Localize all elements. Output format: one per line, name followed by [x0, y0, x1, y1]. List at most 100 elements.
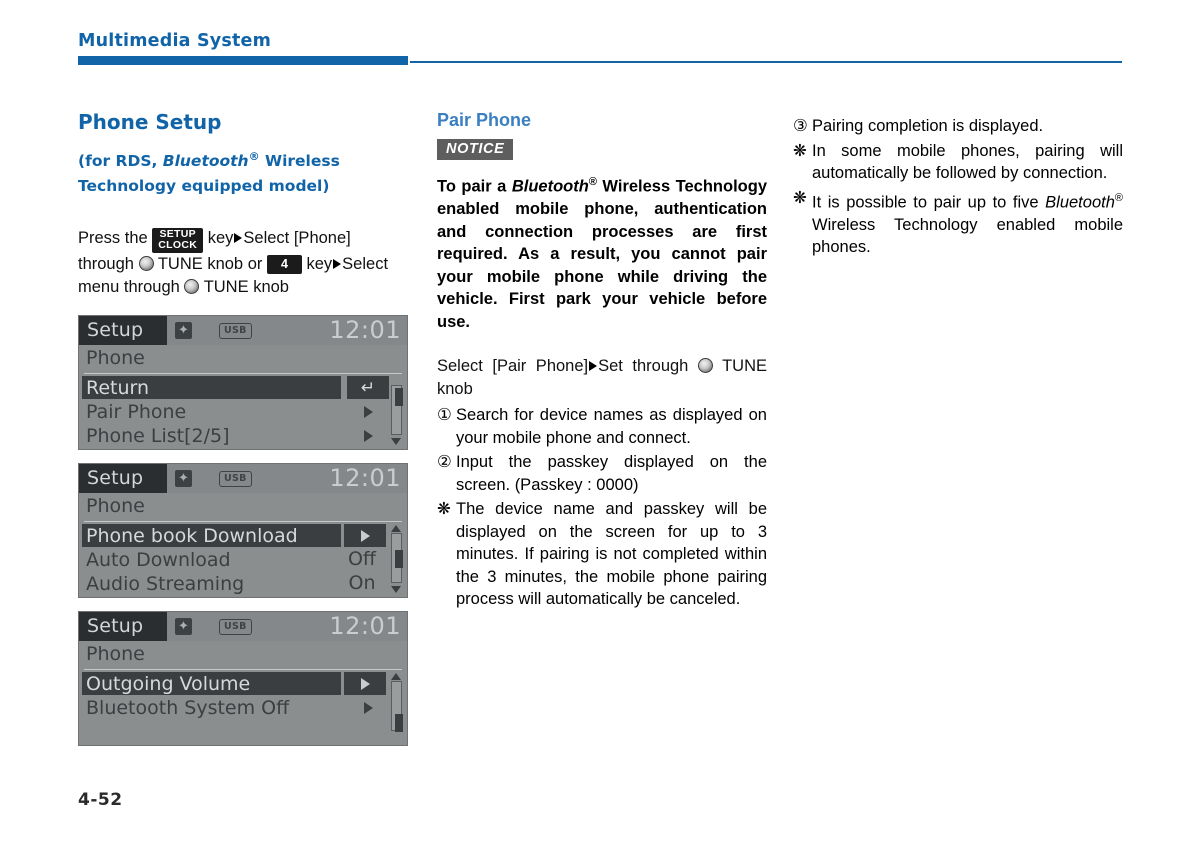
lcd-row-value: On — [337, 572, 387, 595]
list-item-text: In some mobile phones, pairing will auto… — [812, 141, 1123, 183]
lcd-scroll-thumb[interactable] — [394, 550, 403, 569]
lcd-title: Setup — [87, 615, 144, 638]
lcd-scrollbar[interactable] — [390, 377, 403, 446]
scroll-up-arrow-icon[interactable] — [391, 673, 401, 681]
lcd-titlebar: Setup ✦ USB 12:01 — [79, 612, 407, 642]
last-item-text-2: Wireless Technology enabled mobile phone… — [812, 215, 1123, 257]
lcd-titlebar: Setup ✦ USB 12:01 — [79, 464, 407, 494]
lcd-subtitle: Phone — [86, 495, 145, 518]
bluetooth-icon: ✦ — [175, 470, 192, 488]
lcd-scrollbar[interactable] — [390, 525, 403, 594]
list-item-text: Pairing completion is displayed. — [812, 117, 1044, 135]
lcd-row-label: Audio Streaming — [86, 572, 245, 595]
lcd-row-return[interactable]: Return ↵ — [79, 376, 407, 400]
notice-badge: NOTICE — [437, 139, 514, 160]
lcd-row-label: Bluetooth System Off — [86, 696, 290, 719]
list-item: ❋ In some mobile phones, pairing will au… — [793, 140, 1123, 185]
notice-paragraph: To pair a Bluetooth® Wireless Technology… — [437, 171, 767, 333]
lcd-row-return-button[interactable]: ↵ — [347, 376, 389, 400]
list-item: ① Search for device names as displayed o… — [437, 404, 767, 449]
lcd-row-label: Auto Download — [86, 548, 231, 571]
lcd-row-value-text: Off — [347, 548, 377, 571]
list-item-text: Input the passkey displayed on the scree… — [456, 453, 767, 494]
step-arrow-icon — [589, 361, 598, 371]
list-item-marker: ② — [437, 453, 452, 471]
lcd-scrollbar[interactable] — [390, 673, 403, 741]
notice-bluetooth: Bluetooth — [511, 177, 589, 196]
scroll-down-arrow-icon[interactable] — [391, 438, 401, 446]
lcd-scroll-thumb[interactable] — [394, 388, 403, 407]
setup-clock-key[interactable]: SETUP CLOCK — [152, 228, 204, 254]
lcd-scroll-track — [391, 533, 403, 584]
instr-text-1: Press the — [78, 229, 153, 248]
list-item-text: It is possible to pair up to five Blueto… — [812, 187, 1123, 259]
last-item-bluetooth: Bluetooth — [1045, 193, 1115, 211]
scroll-up-arrow-icon[interactable] — [391, 525, 401, 533]
left-column: Phone Setup (for RDS, Bluetooth® Wireles… — [78, 108, 410, 747]
lcd-divider — [84, 521, 402, 523]
lcd-menu-rows: Phone book Download Auto Download Off Au… — [79, 524, 407, 597]
list-item-text: Search for device names as displayed on … — [456, 406, 767, 447]
instr-text-4: TUNE knob or — [153, 255, 267, 274]
lcd-row-label: Pair Phone — [86, 400, 187, 423]
lcd-scroll-track — [391, 385, 403, 436]
lcd-row-label: Outgoing Volume — [86, 672, 251, 695]
instr-text-2: key — [203, 229, 234, 248]
lcd-clock: 12:01 — [329, 464, 401, 493]
setup-key-line2: CLOCK — [158, 239, 198, 252]
lcd-subtitle: Phone — [86, 643, 145, 666]
lcd-row-chevron — [347, 696, 389, 719]
lcd-row-auto-download[interactable]: Auto Download Off — [79, 548, 407, 572]
lcd-menu-rows: Outgoing Volume Bluetooth System Off — [79, 672, 407, 745]
tune-knob-icon — [697, 358, 713, 373]
last-item-registered-mark: ® — [1114, 191, 1123, 204]
lcd-clock: 12:01 — [329, 612, 401, 641]
chevron-right-icon — [363, 701, 373, 714]
lcd-row-bluetooth-system-off[interactable]: Bluetooth System Off — [79, 696, 407, 720]
lcd-subtitle: Phone — [86, 347, 145, 370]
lcd-row-phonebook-download[interactable]: Phone book Download — [79, 524, 407, 548]
lcd-scroll-track — [391, 681, 403, 733]
lcd-row-label: Phone book Download — [86, 524, 298, 547]
lcd-divider — [84, 373, 402, 375]
tune-knob-icon — [184, 278, 200, 294]
page-title: Multimedia System — [78, 31, 272, 51]
scroll-down-arrow-icon[interactable] — [391, 586, 401, 594]
right-column: ③ Pairing completion is displayed. ❋ In … — [793, 114, 1123, 259]
chevron-right-icon — [360, 677, 370, 690]
subheading-registered-mark: ® — [248, 150, 260, 163]
instr-text-5: key — [301, 255, 333, 274]
lcd-title: Setup — [87, 319, 144, 342]
lcd-row-phone-list[interactable]: Phone List[2/5] — [79, 424, 407, 448]
lcd-divider — [84, 669, 402, 671]
lcd-row-arrow-button[interactable] — [344, 524, 386, 548]
numeric-key-4[interactable]: 4 — [266, 255, 302, 275]
middle-column: Pair Phone NOTICE To pair a Bluetooth® W… — [437, 108, 767, 611]
page-number: 4-52 — [78, 790, 123, 810]
lcd-row-value-text: On — [348, 572, 376, 595]
lcd-row-pair-phone[interactable]: Pair Phone — [79, 400, 407, 424]
lcd-screen-phone-menu-3: Setup ✦ USB 12:01 Phone Outgoing Volume … — [78, 611, 408, 747]
pair-instr-text-1: Select [Pair Phone] — [437, 357, 589, 375]
lcd-row-outgoing-volume[interactable]: Outgoing Volume — [79, 672, 407, 696]
instr-text-7: TUNE knob — [199, 277, 289, 296]
lcd-screen-phone-menu-2: Setup ✦ USB 12:01 Phone Phone book Downl… — [78, 463, 408, 599]
lcd-clock: 12:01 — [329, 316, 401, 345]
lcd-screen-phone-menu-1: Setup ✦ USB 12:01 Phone Return ↵ Pair Ph… — [78, 315, 408, 451]
lcd-row-audio-streaming[interactable]: Audio Streaming On — [79, 572, 407, 596]
lcd-row-arrow-button[interactable] — [344, 672, 386, 696]
lcd-menu-rows: Return ↵ Pair Phone Phone List[2/5] — [79, 376, 407, 449]
lcd-scroll-thumb[interactable] — [394, 714, 403, 733]
bluetooth-icon: ✦ — [175, 618, 192, 636]
notice-registered-mark: ® — [588, 176, 597, 188]
notice-badge-wrap: NOTICE — [437, 132, 767, 160]
bluetooth-icon: ✦ — [175, 322, 192, 340]
section-heading-pair-phone: Pair Phone — [437, 110, 532, 130]
list-item: ❋ It is possible to pair up to five Blue… — [793, 187, 1123, 259]
section-heading-phone-setup: Phone Setup — [78, 110, 222, 134]
notice-text-1: To pair a — [437, 177, 512, 196]
pair-phone-instruction: Select [Pair Phone] Set through TUNE knob — [437, 355, 767, 400]
lcd-row-label: Phone List[2/5] — [86, 424, 230, 447]
page-header: Multimedia System — [78, 30, 1122, 66]
header-rule-thick — [78, 56, 408, 65]
